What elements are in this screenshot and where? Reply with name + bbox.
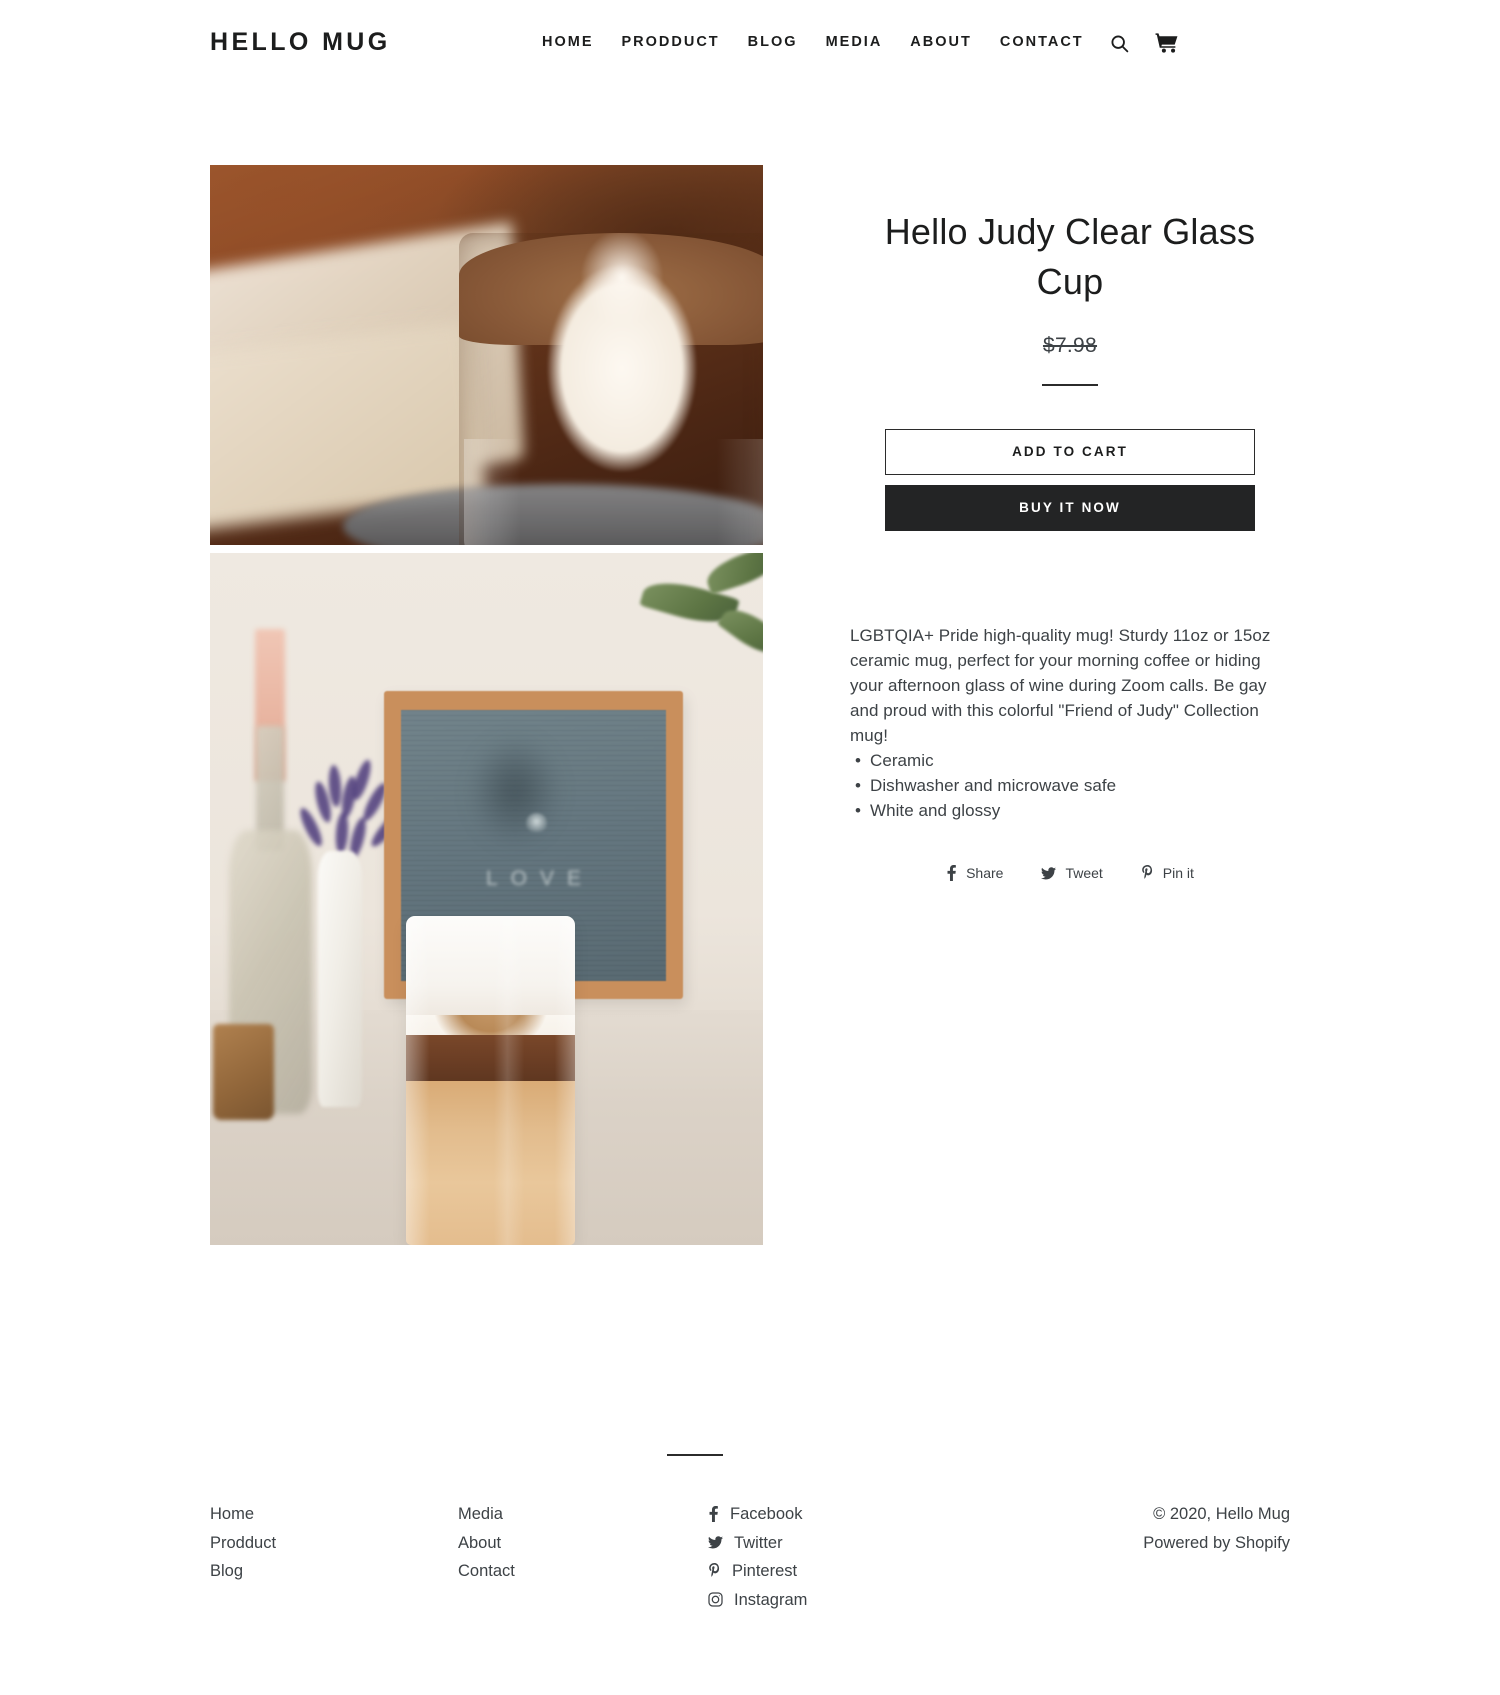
share-facebook-label: Share <box>966 865 1004 882</box>
copyright-text: © 2020, Hello Mug <box>1153 1505 1290 1523</box>
share-twitter-label: Tweet <box>1065 865 1103 882</box>
search-icon[interactable] <box>1104 28 1134 58</box>
footer-link-contact[interactable]: Contact <box>458 1557 708 1586</box>
share-pinterest-label: Pin it <box>1162 865 1194 882</box>
nav-item-prodduct[interactable]: PRODDUCT <box>608 34 734 50</box>
main-navigation: HOME PRODDUCT BLOG MEDIA ABOUT CONTACT <box>528 34 1098 50</box>
footer-link-about[interactable]: About <box>458 1529 708 1558</box>
share-pinterest-button[interactable]: Pin it <box>1141 865 1194 881</box>
footer-link-instagram[interactable]: Instagram <box>708 1586 1028 1615</box>
cart-icon[interactable] <box>1152 28 1182 58</box>
list-item: White and glossy <box>850 799 1284 824</box>
product-gallery: LOVE <box>210 165 763 1245</box>
share-facebook-button[interactable]: Share <box>946 865 1004 882</box>
buy-it-now-button[interactable]: BUY IT NOW <box>885 485 1255 532</box>
footer-link-home[interactable]: Home <box>210 1500 458 1529</box>
product-page: HELLO MUG HOME PRODDUCT BLOG MEDIA ABOUT… <box>0 0 1500 1695</box>
footer-link-prodduct[interactable]: Prodduct <box>210 1529 458 1558</box>
footer-link-media[interactable]: Media <box>458 1500 708 1529</box>
nav-item-home[interactable]: HOME <box>528 34 608 50</box>
pinterest-icon <box>708 1563 721 1579</box>
product-description: LGBTQIA+ Pride high-quality mug! Sturdy … <box>850 624 1290 824</box>
site-logo[interactable]: HELLO MUG <box>210 28 391 57</box>
photo2-glass-highlight <box>406 916 575 1245</box>
footer-column-primary: Home Prodduct Blog <box>210 1500 458 1614</box>
footer-instagram-label: Instagram <box>734 1590 808 1609</box>
product-price: $7.98 <box>1042 334 1098 358</box>
footer-column-social: Facebook Twitter Pinterest Instagram <box>708 1500 1028 1614</box>
site-footer: Home Prodduct Blog Media About Contact F… <box>210 1500 1290 1614</box>
footer-facebook-label: Facebook <box>730 1505 803 1523</box>
nav-item-blog[interactable]: BLOG <box>734 34 812 50</box>
nav-item-contact[interactable]: CONTACT <box>986 34 1098 50</box>
heart-icon <box>525 812 547 832</box>
product-image-1[interactable] <box>210 165 763 545</box>
product-info: Hello Judy Clear Glass Cup $7.98 ADD TO … <box>850 165 1290 882</box>
price-divider <box>1042 384 1098 387</box>
footer-link-facebook[interactable]: Facebook <box>708 1500 1028 1529</box>
footer-divider <box>667 1454 723 1456</box>
facebook-icon <box>708 1506 719 1523</box>
twitter-icon <box>1041 866 1057 880</box>
product-feature-list: Ceramic Dishwasher and microwave safe Wh… <box>850 749 1284 824</box>
footer-twitter-label: Twitter <box>734 1533 783 1552</box>
photo2-wooden-cup <box>212 1023 274 1121</box>
twitter-icon <box>708 1536 723 1549</box>
footer-link-blog[interactable]: Blog <box>210 1557 458 1586</box>
photo2-vase <box>317 850 363 1107</box>
instagram-icon <box>708 1592 723 1607</box>
nav-item-media[interactable]: MEDIA <box>812 34 897 50</box>
social-share-row: Share Tweet Pin it <box>850 865 1290 882</box>
product-title: Hello Judy Clear Glass Cup <box>884 211 1256 302</box>
facebook-icon <box>946 865 957 882</box>
share-twitter-button[interactable]: Tweet <box>1041 865 1103 882</box>
footer-link-twitter[interactable]: Twitter <box>708 1529 1028 1558</box>
photo2-glass-cup <box>406 916 575 1245</box>
powered-by-text[interactable]: Powered by Shopify <box>1028 1529 1290 1558</box>
pinterest-icon <box>1141 865 1154 881</box>
footer-column-secondary: Media About Contact <box>458 1500 708 1614</box>
header-icon-group <box>1104 28 1182 58</box>
add-to-cart-button[interactable]: ADD TO CART <box>885 429 1255 476</box>
photo2-letterboard-text: LOVE <box>485 867 594 891</box>
description-paragraph: LGBTQIA+ Pride high-quality mug! Sturdy … <box>850 626 1271 746</box>
list-item: Dishwasher and microwave safe <box>850 774 1284 799</box>
product-image-2[interactable]: LOVE <box>210 553 763 1245</box>
site-header: HELLO MUG HOME PRODDUCT BLOG MEDIA ABOUT… <box>0 0 1500 92</box>
footer-link-pinterest[interactable]: Pinterest <box>708 1557 1028 1586</box>
photo2-plant <box>630 553 763 664</box>
nav-item-about[interactable]: ABOUT <box>896 34 986 50</box>
photo2-shadow <box>469 736 561 846</box>
photo1-glass-highlight <box>464 438 763 545</box>
footer-pinterest-label: Pinterest <box>732 1562 798 1581</box>
footer-column-copyright: © 2020, Hello Mug Powered by Shopify <box>1028 1500 1290 1614</box>
list-item: Ceramic <box>850 749 1284 774</box>
